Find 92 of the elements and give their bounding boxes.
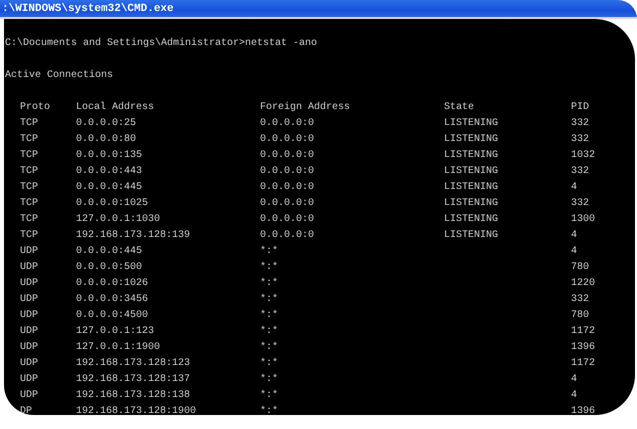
window-title: :\WINDOWS\system32\CMD.exe	[2, 2, 174, 17]
table-cell-text: TCP	[20, 229, 38, 243]
table-cell-text: 192.168.173.128:123	[76, 357, 190, 371]
table-cell-text: DP	[20, 405, 32, 415]
table-cell-text: *:*	[260, 244, 278, 259]
table-cell-text: UDP	[20, 245, 38, 259]
table-cell-text: 192.168.173.128:137	[76, 373, 190, 387]
table-cell-text: 192.168.173.128:139	[76, 229, 190, 243]
table-cell-text: 192.168.173.128:1900	[76, 405, 196, 415]
column-header: PID	[571, 101, 590, 115]
table-cell-text: 0.0.0.0:4500	[76, 309, 148, 323]
table-cell-text: LISTENING	[444, 197, 498, 211]
table-cell-text: *:*	[260, 292, 278, 307]
table-cell-text: TCP	[20, 133, 38, 147]
table-cell-text: UDP	[20, 389, 38, 403]
table-cell-text: 0.0.0.0:445	[76, 245, 142, 259]
table-cell-text: TCP	[20, 165, 38, 179]
table-cell-text: 332	[571, 197, 590, 211]
table-cell-text: *:*	[260, 372, 278, 387]
table-cell-text: 192.168.173.128:138	[76, 389, 190, 403]
table-cell-text: TCP	[20, 117, 38, 131]
table-cell-text: 0.0.0.0:0	[260, 165, 314, 179]
table-cell-text: LISTENING	[444, 165, 498, 179]
table-cell-text: 0.0.0.0:3456	[76, 293, 148, 307]
table-cell-text: *:*	[260, 388, 278, 403]
column-header: State	[444, 101, 474, 115]
table-cell-text: 4	[571, 373, 578, 387]
table-cell-text: LISTENING	[444, 133, 498, 147]
table-cell-text: 0.0.0.0:0	[260, 117, 314, 131]
table-cell-text: 127.0.0.1:1900	[76, 341, 160, 355]
table-cell-text: UDP	[20, 325, 38, 339]
table-cell-text: 1220	[571, 277, 596, 291]
table-cell-text: 0.0.0.0:0	[260, 181, 314, 195]
table-cell-text: 0.0.0.0:80	[76, 133, 136, 147]
table-cell-text: 127.0.0.1:123	[76, 325, 154, 339]
table-cell-text: 0.0.0.0:443	[76, 165, 142, 179]
table-cell-text: 0.0.0.0:135	[76, 149, 142, 163]
table-cell-text: 1172	[571, 357, 596, 371]
table-cell-text: 1172	[571, 325, 596, 339]
table-cell-text: TCP	[20, 181, 38, 195]
table-cell-text: UDP	[20, 293, 38, 307]
section-heading: Active Connections	[5, 68, 114, 83]
table-cell-text: *:*	[260, 324, 278, 339]
table-cell-text: LISTENING	[444, 213, 498, 227]
table-cell-text: 0.0.0.0:445	[76, 181, 142, 195]
table-cell-text: UDP	[20, 309, 38, 323]
table-cell-text: 1032	[571, 149, 596, 163]
table-cell-text: 0.0.0.0:500	[76, 261, 142, 275]
table-cell-text: *:*	[260, 340, 278, 355]
table-cell-text: 332	[571, 133, 590, 147]
table-cell-text: LISTENING	[444, 117, 498, 131]
table-cell-text: *:*	[260, 260, 278, 275]
table-cell-text: 0.0.0.0:1025	[76, 197, 148, 211]
column-header: Local Address	[76, 100, 154, 115]
table-cell-text: 1300	[571, 213, 596, 227]
command-line: C:\Documents and Settings\Administrator>netstat -ano	[5, 36, 318, 51]
table-cell-text: LISTENING	[444, 149, 498, 163]
table-cell-text: UDP	[20, 357, 38, 371]
table-cell-text: 332	[571, 293, 590, 307]
table-cell-text: LISTENING	[444, 229, 498, 243]
table-cell-text: *:*	[260, 356, 278, 371]
table-cell-text: TCP	[20, 213, 38, 227]
table-cell-text: 0.0.0.0:0	[260, 197, 314, 211]
table-cell-text: 0.0.0.0:0	[260, 133, 314, 147]
table-cell-text: LISTENING	[444, 181, 498, 195]
table-cell-text: 4	[571, 389, 578, 403]
table-cell-text: 0.0.0.0:1026	[76, 277, 148, 291]
table-cell-text: 1396	[571, 405, 596, 415]
table-cell-text: 0.0.0.0:0	[260, 149, 314, 163]
table-cell-text: 0.0.0.0:0	[260, 213, 314, 227]
table-cell-text: 780	[571, 309, 590, 323]
table-cell-text: UDP	[20, 373, 38, 387]
column-header: Proto	[20, 101, 50, 115]
table-cell-text: 332	[571, 117, 590, 131]
table-cell-text: *:*	[260, 404, 278, 415]
table-cell-text: 4	[571, 245, 578, 259]
table-cell-text: 332	[571, 165, 590, 179]
table-cell-text: UDP	[20, 341, 38, 355]
table-cell-text: 0.0.0.0:0	[260, 229, 314, 243]
table-cell-text: TCP	[20, 197, 38, 211]
table-cell-text: 127.0.0.1:1030	[76, 213, 160, 227]
table-cell-text: *:*	[260, 308, 278, 323]
table-cell-text: 0.0.0.0:25	[76, 117, 136, 131]
table-cell-text: 4	[571, 229, 578, 243]
column-header: Foreign Address	[260, 100, 350, 115]
table-cell-text: TCP	[20, 149, 38, 163]
table-cell-text: UDP	[20, 261, 38, 275]
table-cell-text: *:*	[260, 276, 278, 291]
table-cell-text: UDP	[20, 277, 38, 291]
table-cell-text: 780	[571, 261, 590, 275]
table-cell-text: 1396	[571, 341, 596, 355]
table-cell-text: 4	[571, 181, 578, 195]
